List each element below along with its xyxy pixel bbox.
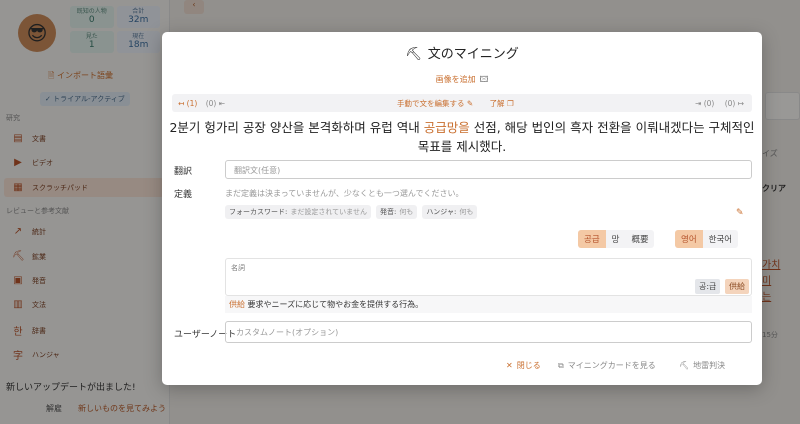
modal-title: ⛏ 文のマイニング [405,47,519,62]
definition-text[interactable]: 供給 要求やニーズに応じて物やお金を提供する行為。 [225,296,752,313]
word-form-option[interactable]: 概要 [625,230,654,248]
translation-label: 翻訳 [174,167,193,177]
next-sentence-button[interactable]: (0) ↦ [725,99,744,108]
part-of-speech: 名詞 [231,264,245,272]
tag-focus-word[interactable]: フォーカスワード: まだ設定されていません [225,205,371,219]
add-image-button[interactable]: 画像を追加 🖾 [162,74,762,88]
mine-button[interactable]: ⛏ 地雷判決 [679,360,725,371]
tag-pronunciation[interactable]: 発音: 何も [375,205,418,219]
view-card-button[interactable]: ⧉ マイニングカードを見る [558,360,656,371]
external-link-icon: ⧉ [558,361,564,370]
next-end-button[interactable]: ⇥ (0) [695,99,714,108]
definition-entry[interactable]: 名詞 공:급 供給 [225,258,752,296]
language-toggle: 영어 한국어 [675,230,739,248]
close-button[interactable]: ✕ 閉じる [506,360,541,371]
language-option-english[interactable]: 영어 [675,230,703,248]
nav-right-group: ⇥ (0) (0) ↦ [695,99,744,108]
definition-tags: フォーカスワード: まだ設定されていません 発音: 何も ハンジャ: 何も [225,205,478,219]
edit-definition-icon[interactable]: ✎ [736,208,744,218]
pickaxe-icon: ⛏ [405,47,422,62]
pickaxe-icon: ⛏ [679,361,690,370]
definition-label: 定義 [174,190,193,200]
japanese-word-chip: 供給 [725,279,749,294]
prev-start-button[interactable]: (0) ⇤ [206,99,225,108]
tag-hanja[interactable]: ハンジャ: 何も [422,205,478,219]
mined-sentence: 2분기 헝가리 공장 양산을 본격화하며 유럽 역내 공급망을 선점, 해당 법… [169,120,755,154]
sentence-mining-modal: ⛏ 文のマイニング 画像を追加 🖾 ↤ (1) (0) ⇤ 手動で文を編集する ✎ … [162,32,762,385]
image-icon: 🖾 [479,75,489,84]
sentence-nav-bar: ↤ (1) (0) ⇤ 手動で文を編集する ✎ 了解 ❐ ⇥ (0) (0) ↦ [172,94,752,112]
language-option-korean[interactable]: 한국어 [703,230,738,248]
edit-sentence-button[interactable]: 手動で文を編集する ✎ [397,99,473,108]
focus-word[interactable]: 공급망을 [424,120,470,135]
word-form-toggle: 공급 망 概要 [578,230,655,248]
prev-sentence-button[interactable]: ↤ (1) [178,99,197,108]
definition-note: まだ定義は決まっていませんが、少なくとも一つ選んでください。 [225,189,464,198]
nav-left-group: ↤ (1) (0) ⇤ [178,99,225,108]
word-form-option[interactable]: 공급 [578,230,606,248]
korean-reading-chip: 공:급 [695,279,721,294]
nav-center-group: 手動で文を編集する ✎ 了解 ❐ [397,98,514,109]
user-note-input[interactable]: カスタムノート(オプション) [225,321,752,343]
close-icon: ✕ [506,361,513,370]
understood-button[interactable]: 了解 ❐ [490,99,514,108]
translation-input[interactable]: 翻訳文(任意) [225,160,752,179]
word-form-option[interactable]: 망 [606,230,626,248]
